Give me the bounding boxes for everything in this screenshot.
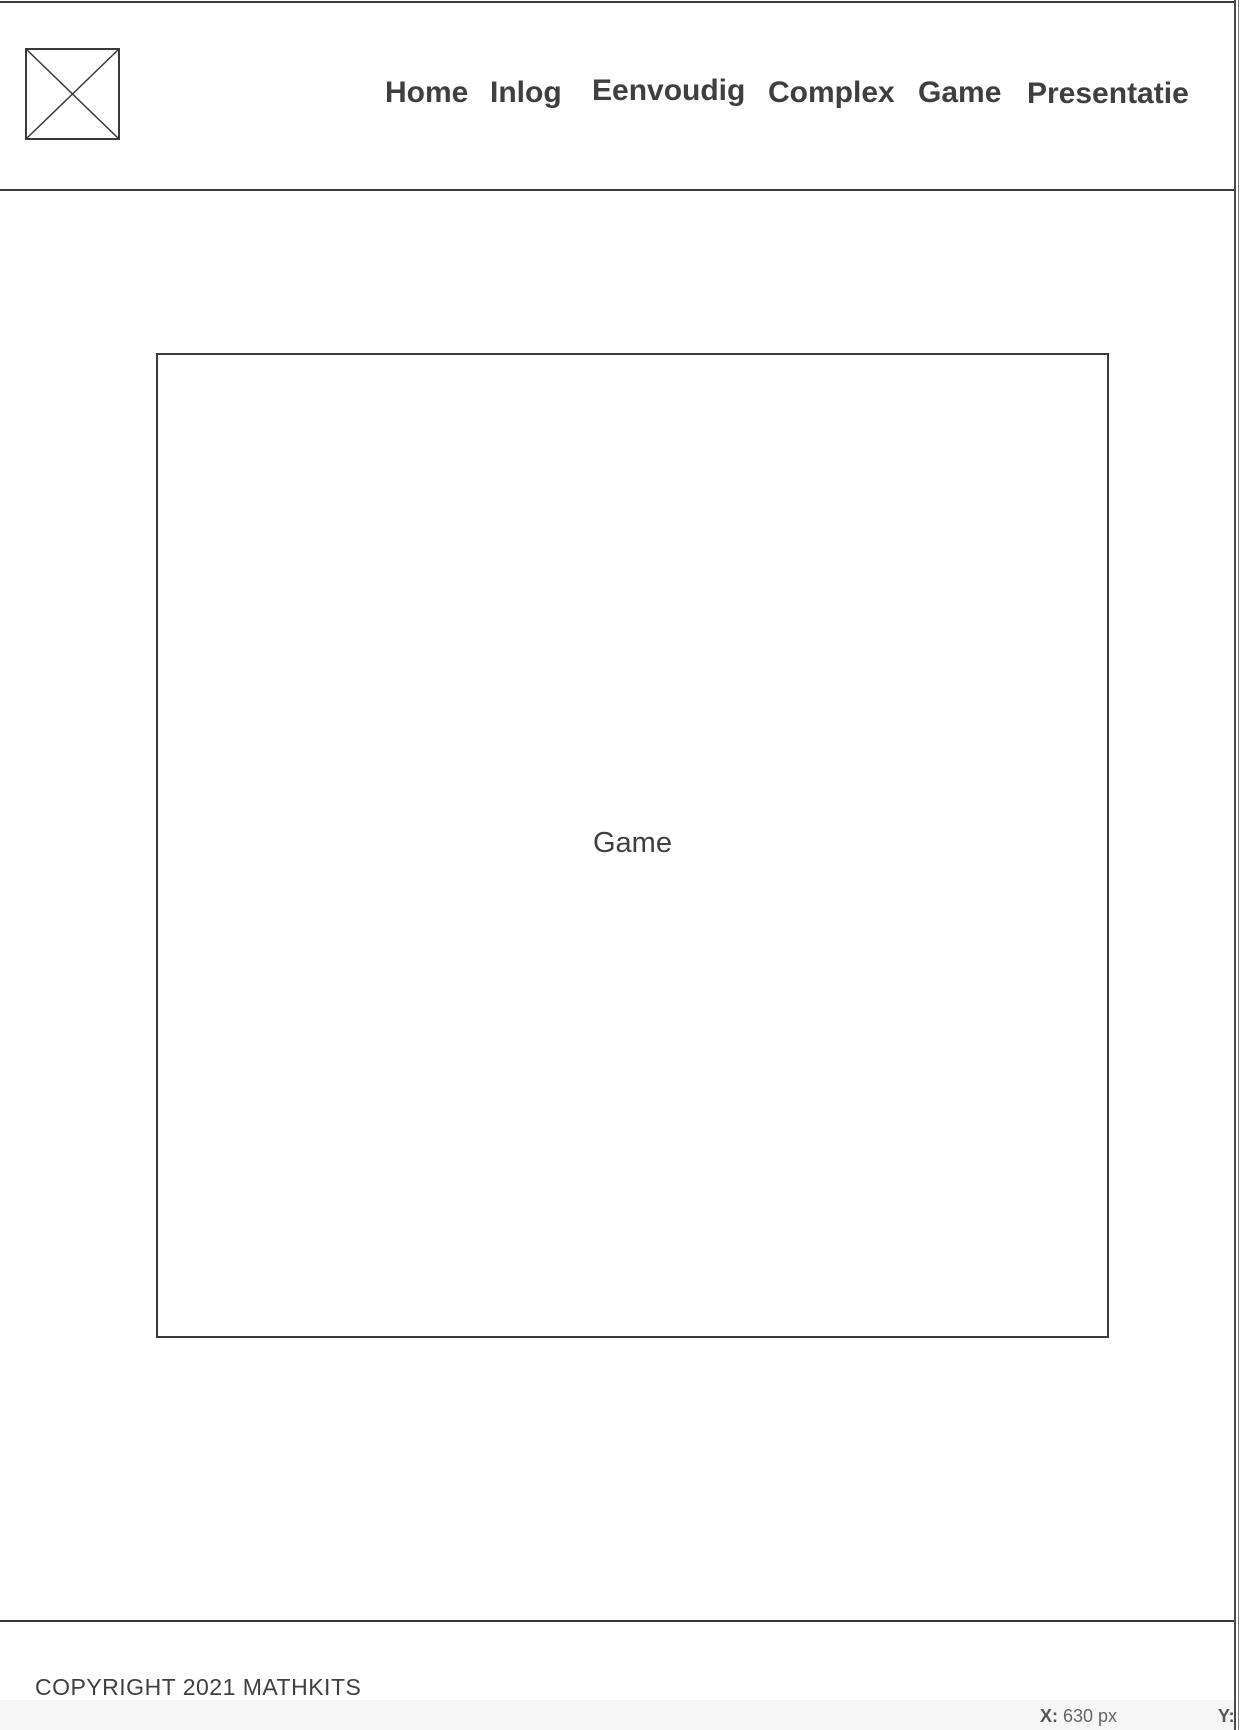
site-header: Home Inlog Eenvoudig Complex Game Presen…: [0, 1, 1234, 191]
x-coordinate-value: 630 px: [1063, 1706, 1118, 1726]
logo-placeholder-icon[interactable]: [25, 48, 120, 140]
x-coordinate: X: 630 px: [1040, 1706, 1117, 1727]
game-label: Game: [593, 827, 672, 859]
nav-item-home[interactable]: Home: [385, 73, 468, 113]
y-coordinate-label: Y:: [1218, 1706, 1235, 1726]
nav-item-eenvoudig[interactable]: Eenvoudig: [592, 71, 745, 111]
right-edge-line-outer: [1238, 0, 1239, 1730]
nav-item-game[interactable]: Game: [918, 73, 1001, 113]
x-coordinate-label: X:: [1040, 1706, 1058, 1726]
nav-item-presentatie[interactable]: Presentatie: [1027, 74, 1189, 114]
coordinate-readout: X: 630 px Y:: [0, 1700, 1235, 1730]
nav-item-inlog[interactable]: Inlog: [490, 73, 562, 113]
nav-item-complex[interactable]: Complex: [768, 73, 895, 113]
right-edge-line: [1234, 0, 1236, 1730]
copyright-text: COPYRIGHT 2021 MATHKITS: [35, 1674, 362, 1700]
y-coordinate: Y:: [1218, 1706, 1235, 1727]
game-canvas[interactable]: Game: [156, 353, 1109, 1338]
